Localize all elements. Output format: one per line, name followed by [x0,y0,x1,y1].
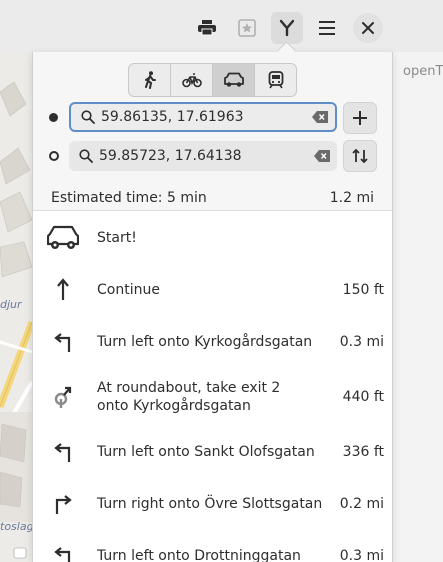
side-panel-text: openT [403,64,443,79]
swap-icon [352,148,368,164]
map-label: toslag [0,520,32,533]
instruction-row[interactable]: Turn left onto Drottninggatan 0.3 mi [33,537,392,562]
instruction-distance: 0.3 mi [339,548,384,562]
map-view[interactable]: djur toslag [0,52,32,562]
print-button[interactable] [191,12,223,44]
instruction-distance: 0.2 mi [339,496,384,512]
instruction-line-1: At roundabout, take exit 2 [97,380,281,396]
side-panel [392,52,443,562]
mode-transit-button[interactable] [255,64,296,96]
roundabout-icon [45,379,81,415]
bicycle-icon [181,73,202,88]
from-input[interactable] [101,109,307,125]
from-field[interactable] [69,102,337,132]
start-point-marker [49,113,58,122]
route-icon [279,19,295,37]
route-button[interactable] [271,12,303,44]
turn-left-icon [45,434,81,470]
to-input[interactable] [99,148,309,164]
instruction-text: Start! [97,230,137,246]
mode-walk-button[interactable] [129,64,171,96]
car-icon [45,220,81,256]
map-label: djur [0,298,22,311]
train-icon [268,71,283,89]
menu-button[interactable] [311,12,343,44]
instruction-line-2: onto Kyrkogårdsgatan [97,398,251,414]
turn-left-icon [45,324,81,360]
star-icon [238,19,256,37]
to-field[interactable] [69,141,337,171]
search-icon [73,149,99,163]
instruction-row[interactable]: Continue 150 ft [33,271,392,309]
close-icon [362,22,374,34]
transport-mode-selector [128,63,297,97]
mode-bike-button[interactable] [171,64,213,96]
favorite-button[interactable] [231,12,263,44]
instruction-list: Start! Continue 150 ft Turn left onto Ky… [33,210,392,562]
instruction-row[interactable]: Turn left onto Sankt Olofsgatan 336 ft [33,433,392,471]
turn-left-icon [45,538,81,562]
instruction-row[interactable]: Turn right onto Övre Slottsgatan 0.2 mi [33,485,392,523]
printer-icon [198,20,216,36]
instruction-distance: 440 ft [342,389,384,405]
instruction-text: At roundabout, take exit 2 onto Kyrkogår… [97,379,280,415]
clear-from-icon[interactable] [307,111,333,123]
clear-to-icon[interactable] [309,150,335,162]
total-distance: 1.2 mi [329,190,374,206]
arrow-up-icon [45,272,81,308]
instruction-text: Turn left onto Kyrkogårdsgatan [97,334,313,350]
instruction-row[interactable]: At roundabout, take exit 2 onto Kyrkogår… [33,375,392,419]
add-waypoint-button[interactable] [343,102,377,134]
pedestrian-icon [144,71,156,89]
instruction-text: Turn left onto Sankt Olofsgatan [97,444,315,460]
reverse-route-button[interactable] [343,140,377,172]
end-point-marker [49,151,59,161]
instruction-text: Turn left onto Drottninggatan [97,548,301,562]
instruction-distance: 150 ft [342,282,384,298]
estimated-time: Estimated time: 5 min [51,190,207,206]
route-summary: Estimated time: 5 min 1.2 mi [51,190,374,206]
hamburger-icon [319,21,335,35]
instruction-distance: 0.3 mi [339,334,384,350]
instruction-text: Turn right onto Övre Slottsgatan [97,496,323,512]
instruction-row[interactable]: Start! [33,219,392,257]
instruction-row[interactable]: Turn left onto Kyrkogårdsgatan 0.3 mi [33,323,392,361]
instruction-distance: 336 ft [342,444,384,460]
car-icon [223,72,244,87]
instruction-text: Continue [97,282,160,298]
search-icon [75,110,101,124]
route-popover: Estimated time: 5 min 1.2 mi Start! Cont… [32,52,393,562]
mode-car-button[interactable] [213,64,255,96]
close-button[interactable] [353,13,383,43]
turn-right-icon [45,486,81,522]
plus-icon [353,111,367,125]
